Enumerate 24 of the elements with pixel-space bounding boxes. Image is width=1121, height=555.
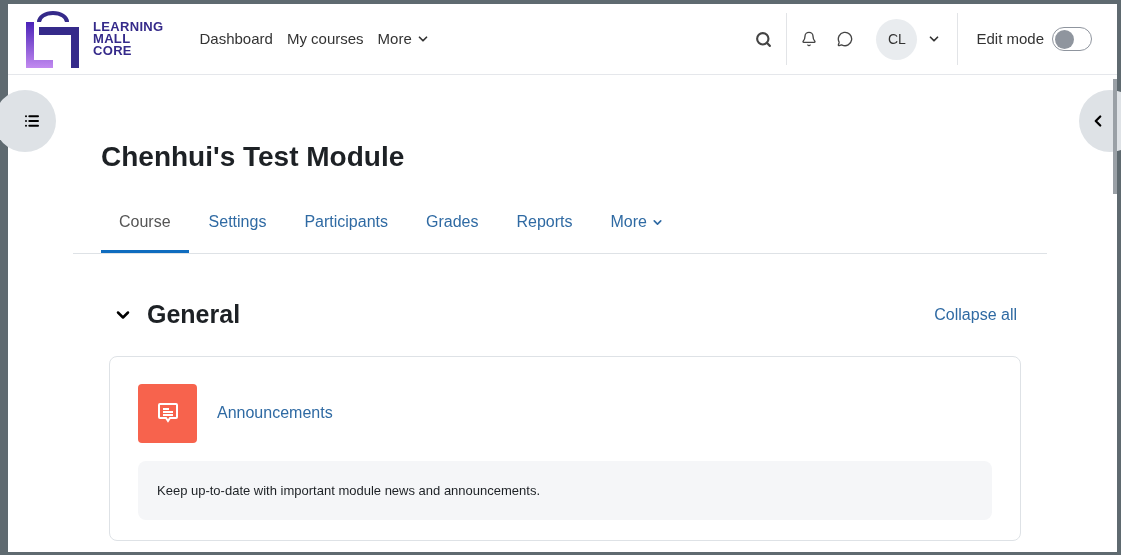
list-icon	[24, 113, 40, 129]
activity-link[interactable]: Announcements	[217, 401, 333, 425]
course-title: Chenhui's Test Module	[101, 140, 406, 174]
activity-description: Keep up-to-date with important module news and announcements.	[138, 460, 992, 520]
search-icon[interactable]	[755, 30, 773, 48]
edit-mode-label: Edit mode	[976, 28, 1044, 49]
course-tab[interactable]: Grades	[408, 208, 497, 253]
collapse-all-link[interactable]: Collapse all	[934, 302, 1017, 327]
course-index-toggle[interactable]	[0, 90, 56, 152]
nav-link[interactable]: My courses	[286, 27, 364, 51]
chat-icon[interactable]	[837, 31, 854, 47]
section-title: General	[147, 299, 241, 330]
course-tab[interactable]: Reports	[498, 208, 591, 253]
user-avatar[interactable]: CL	[876, 18, 918, 60]
course-tab[interactable]: More	[592, 208, 682, 253]
logo-text: LEARNING MALL CORE	[93, 21, 164, 57]
course-tab[interactable]: Participants	[286, 208, 406, 253]
course-tab[interactable]: Course	[101, 208, 189, 253]
nav-link[interactable]: More	[377, 27, 430, 51]
announcement-icon	[138, 383, 197, 443]
nav-link[interactable]: Dashboard	[199, 27, 273, 51]
course-tab[interactable]: Settings	[190, 208, 285, 253]
edit-mode-toggle[interactable]	[1052, 27, 1092, 51]
bell-icon[interactable]	[801, 31, 818, 47]
